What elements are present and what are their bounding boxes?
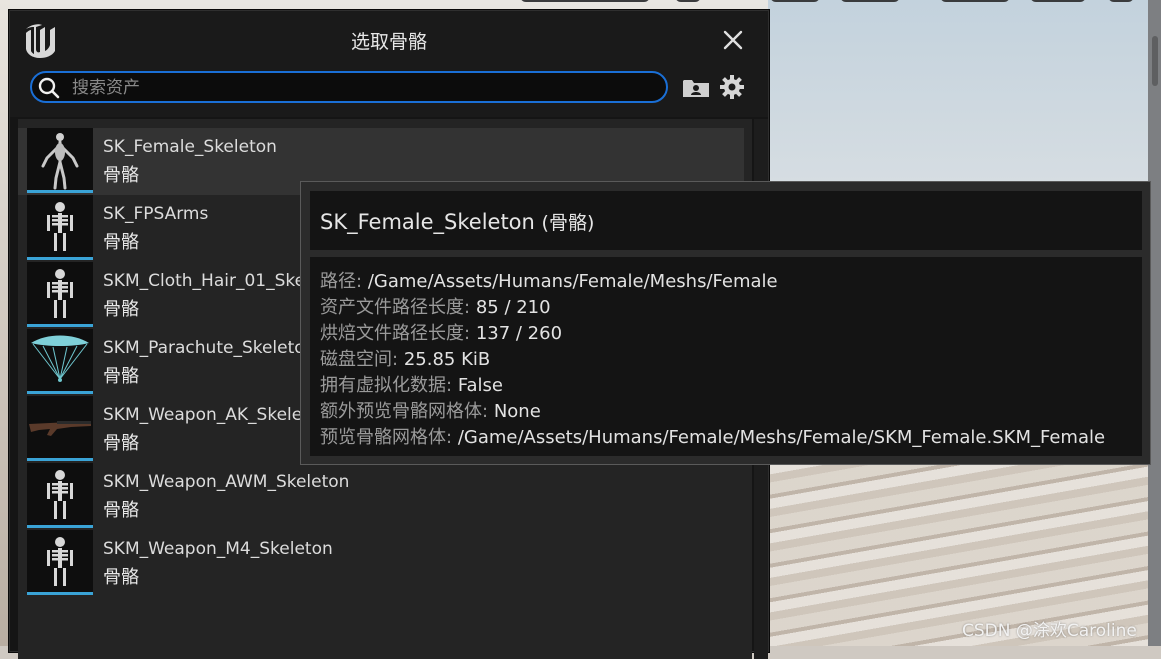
dialog-titlebar[interactable]: 选取骨骼 [10, 11, 768, 69]
settings-gear-icon[interactable] [719, 74, 745, 100]
asset-type: 骨骼 [103, 165, 139, 186]
search-icon [38, 77, 60, 99]
search-box[interactable] [30, 71, 668, 103]
thumbnail-type-bar [27, 257, 93, 260]
asset-tooltip: SK_Female_Skeleton (骨骼) 路径: /Game/Assets… [300, 181, 1151, 465]
thumbnail-type-bar [27, 592, 93, 595]
field-value: False [457, 375, 503, 396]
right-scrollbar-thumb[interactable] [1152, 36, 1158, 86]
field-value: /Game/Assets/Humans/Female/Meshs/Female [367, 271, 778, 292]
asset-name: SKM_Weapon_M4_Skeleton [103, 539, 333, 559]
folder-user-icon[interactable] [682, 77, 710, 99]
field-key: 资产文件路径长度: [320, 297, 471, 318]
tooltip-title: SK_Female_Skeleton (骨骼) [320, 208, 594, 235]
thumbnail-type-bar [27, 525, 93, 528]
asset-type: 骨骼 [103, 366, 139, 387]
asset-type: 骨骼 [103, 433, 139, 454]
dialog-title: 选取骨骼 [350, 31, 427, 53]
asset-type: 骨骼 [103, 567, 139, 588]
tooltip-field-asset-path-length: 资产文件路径长度: 85 / 210 [320, 293, 551, 319]
tooltip-asset-name: SK_Female_Skeleton [320, 210, 535, 234]
tooltip-field-path: 路径: /Game/Assets/Humans/Female/Meshs/Fem… [320, 267, 778, 293]
female-mannequin-icon [27, 128, 93, 190]
tooltip-field-extra-preview-mesh: 额外预览骨骼网格体: None [320, 397, 541, 423]
asset-thumbnail [27, 396, 93, 458]
field-key: 路径: [320, 271, 363, 292]
field-key: 额外预览骨骼网格体: [320, 401, 489, 422]
field-key: 预览骨骼网格体: [320, 427, 453, 448]
field-value: 137 / 260 [475, 323, 563, 344]
asset-name: SK_Female_Skeleton [103, 137, 277, 157]
thumbnail-type-bar [27, 324, 93, 327]
asset-thumbnail [27, 463, 93, 525]
tooltip-body: 路径: /Game/Assets/Humans/Female/Meshs/Fem… [310, 257, 1142, 456]
tooltip-header: SK_Female_Skeleton (骨骼) [310, 191, 1142, 250]
skeleton-icon [27, 530, 93, 592]
thumbnail-type-bar [27, 458, 93, 461]
asset-name: SKM_Cloth_Hair_01_Skel [103, 271, 310, 291]
field-value: 85 / 210 [475, 297, 551, 318]
search-row [10, 69, 768, 117]
asset-thumbnail [27, 128, 93, 190]
tooltip-field-disk-size: 磁盘空间: 25.85 KiB [320, 345, 490, 371]
field-key: 烘焙文件路径长度: [320, 323, 471, 344]
asset-name: SKM_Weapon_AWM_Skeleton [103, 472, 350, 492]
asset-name: SKM_Weapon_AK_Skelet [103, 405, 309, 425]
field-value: 25.85 KiB [403, 349, 491, 370]
field-value: None [493, 401, 541, 422]
asset-thumbnail [27, 195, 93, 257]
asset-type: 骨骼 [103, 299, 139, 320]
field-key: 磁盘空间: [320, 349, 399, 370]
thumbnail-type-bar [27, 190, 93, 193]
skeleton-icon [27, 463, 93, 525]
tooltip-field-cook-path-length: 烘焙文件路径长度: 137 / 260 [320, 319, 562, 345]
search-input[interactable] [70, 75, 654, 101]
tooltip-field-virtualized-data: 拥有虚拟化数据: False [320, 371, 503, 397]
watermark: CSDN @涂欢Caroline [962, 621, 1137, 641]
asset-row-skm-weapon-m4[interactable]: SKM_Weapon_M4_Skeleton 骨骼 [18, 530, 744, 597]
toolbar-strip [520, 0, 1140, 4]
skeleton-icon [27, 262, 93, 324]
asset-name: SKM_Parachute_Skeleton [103, 338, 316, 358]
asset-type: 骨骼 [103, 232, 139, 253]
rifle-icon [27, 396, 93, 458]
asset-thumbnail [27, 262, 93, 324]
thumbnail-type-bar [27, 391, 93, 394]
parachute-icon [27, 329, 93, 391]
asset-thumbnail [27, 329, 93, 391]
tooltip-field-preview-mesh: 预览骨骼网格体: /Game/Assets/Humans/Female/Mesh… [320, 423, 1105, 449]
asset-row-skm-weapon-awm[interactable]: SKM_Weapon_AWM_Skeleton 骨骼 [18, 463, 744, 530]
tooltip-asset-kind: (骨骼) [541, 212, 595, 234]
field-key: 拥有虚拟化数据: [320, 375, 453, 396]
asset-type: 骨骼 [103, 500, 139, 521]
skeleton-icon [27, 195, 93, 257]
asset-name: SK_FPSArms [103, 204, 209, 224]
close-icon[interactable] [718, 25, 748, 55]
asset-thumbnail [27, 530, 93, 592]
field-value: /Game/Assets/Humans/Female/Meshs/Female/… [457, 427, 1106, 448]
